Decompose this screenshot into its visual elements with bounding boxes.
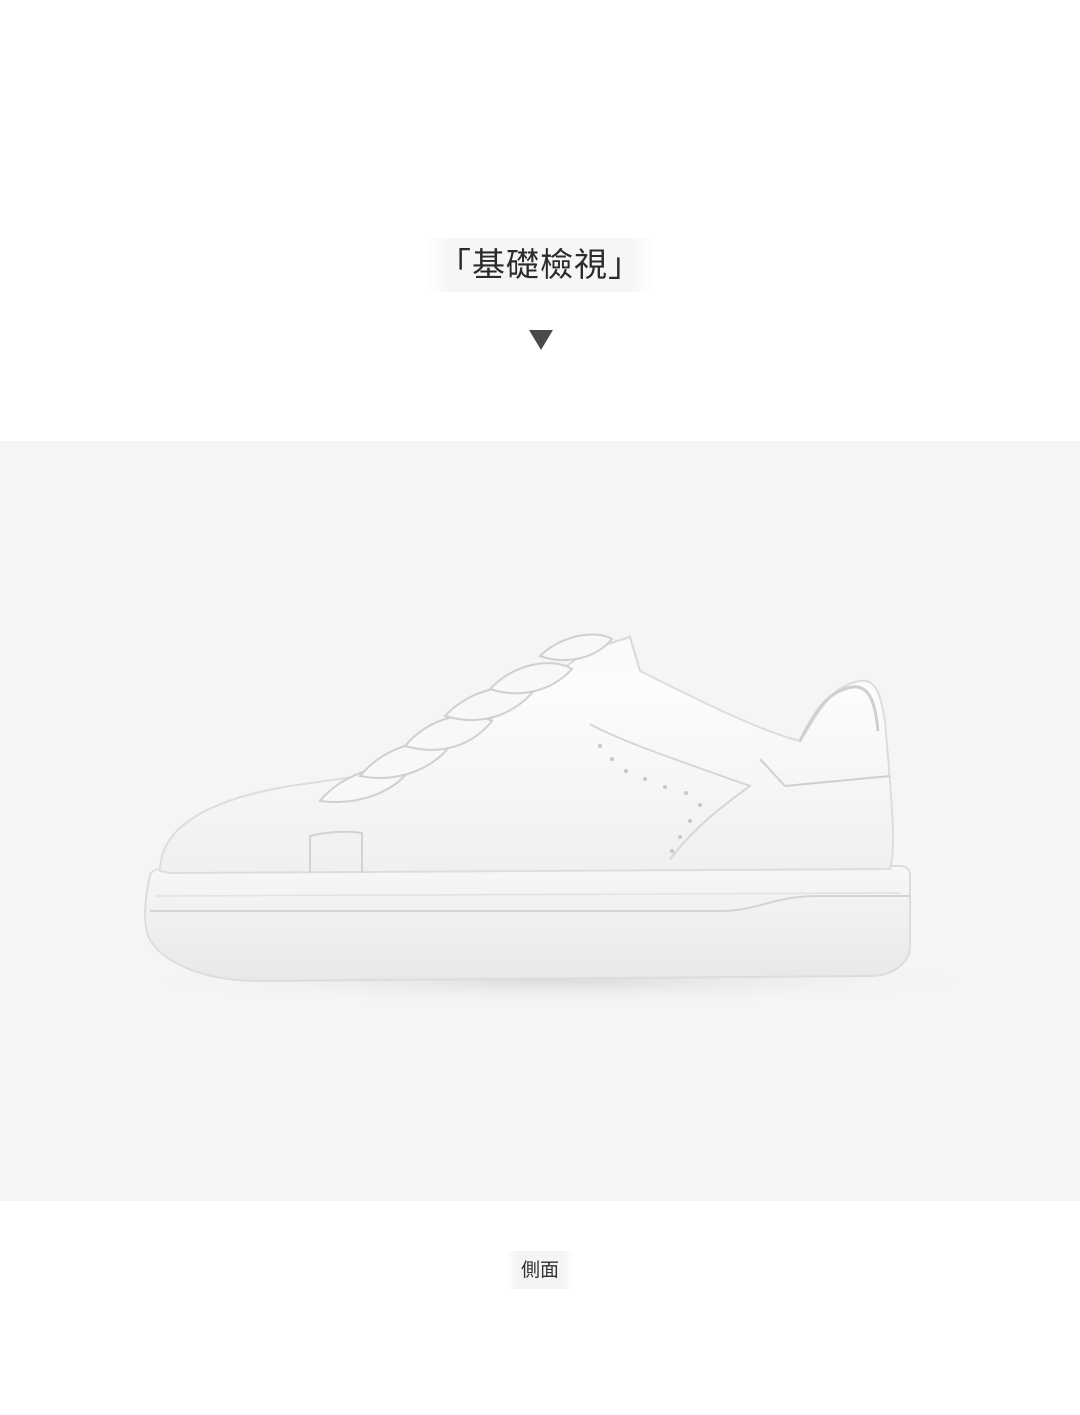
sneaker-image xyxy=(0,441,1080,1201)
sneaker-sole xyxy=(144,865,911,983)
triangle-down-icon xyxy=(529,330,553,350)
view-caption: 側面 xyxy=(0,1251,1080,1289)
product-detail-page: 「基礎檢視」 側面 xyxy=(0,0,1080,1415)
section-header: 「基礎檢視」 xyxy=(0,238,1080,292)
caption-label: 側面 xyxy=(506,1251,573,1289)
section-title: 「基礎檢視」 xyxy=(424,238,656,292)
